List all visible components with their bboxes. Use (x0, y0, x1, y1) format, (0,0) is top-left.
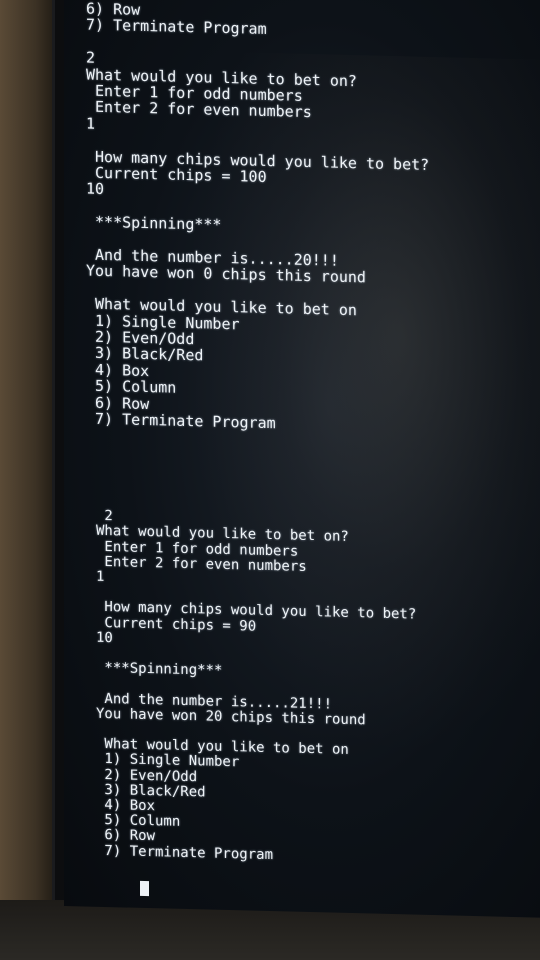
terminal-line: 7) Terminate Program (86, 15, 267, 39)
terminal-line: 10 (86, 179, 105, 199)
terminal-line: 2 (86, 48, 96, 67)
terminal-line: ***Spinning*** (86, 212, 222, 235)
terminal-screen[interactable]: 6) Row 7) Terminate Program 2 What would yo… (64, 0, 540, 918)
terminal-line: ***Spinning*** (96, 659, 223, 680)
terminal-line: Current chips = 90 (96, 614, 257, 635)
terminal-line: 7) Terminate Program (96, 842, 274, 863)
terminal-line: 1 (96, 568, 105, 585)
terminal-line: Enter 2 for even numbers (86, 97, 312, 122)
terminal-line: 1 (86, 114, 96, 133)
text-cursor (140, 880, 150, 896)
terminal-line: 7) Terminate Program (86, 409, 276, 433)
terminal-line: 10 (96, 629, 113, 646)
terminal-line: Current chips = 100 (86, 163, 267, 186)
wall-background (0, 0, 60, 960)
terminal-prompt[interactable] (104, 864, 150, 913)
